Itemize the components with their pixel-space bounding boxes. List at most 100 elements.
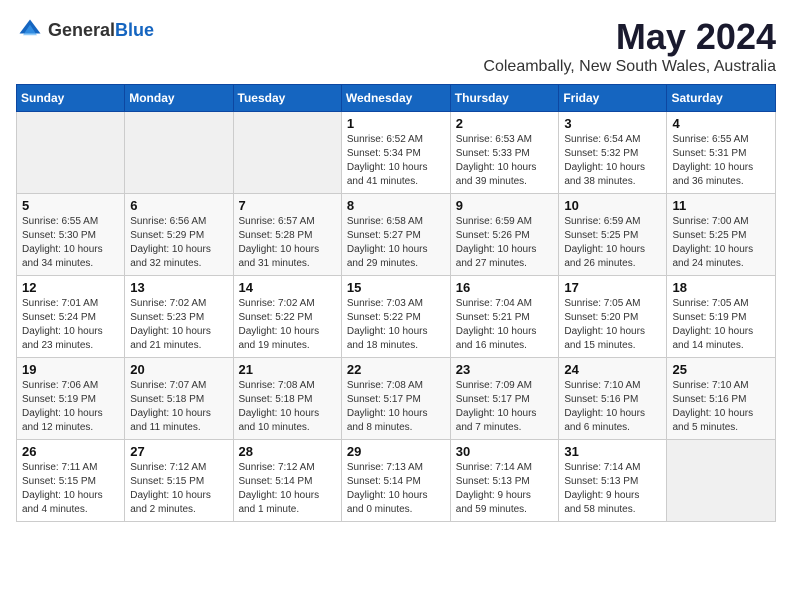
day-number: 9 — [456, 198, 554, 213]
calendar-cell: 20Sunrise: 7:07 AMSunset: 5:18 PMDayligh… — [125, 358, 233, 440]
weekday-header-saturday: Saturday — [667, 85, 776, 112]
day-info: Sunrise: 6:55 AMSunset: 5:30 PMDaylight:… — [22, 215, 119, 271]
calendar-cell: 21Sunrise: 7:08 AMSunset: 5:18 PMDayligh… — [233, 358, 341, 440]
calendar-cell: 1 Sunrise: 6:52 AMSunset: 5:34 PMDaylight… — [341, 112, 450, 194]
weekday-header-monday: Monday — [125, 85, 233, 112]
day-info: Sunrise: 7:03 AMSunset: 5:22 PMDaylight:… — [347, 297, 445, 353]
day-number: 2 — [456, 116, 554, 131]
weekday-header-wednesday: Wednesday — [341, 85, 450, 112]
day-info: Sunrise: 6:54 AMSunset: 5:32 PMDaylight:… — [564, 133, 661, 189]
calendar-cell: 15 Sunrise: 7:03 AMSunset: 5:22 PMDayligh… — [341, 276, 450, 358]
page-subtitle: Coleambally, New South Wales, Australia — [483, 58, 776, 76]
day-number: 6 — [130, 198, 227, 213]
day-info: Sunrise: 6:53 AMSunset: 5:33 PMDaylight:… — [456, 133, 554, 189]
calendar-cell: 30Sunrise: 7:14 AMSunset: 5:13 PMDayligh… — [450, 440, 559, 522]
weekday-header-sunday: Sunday — [17, 85, 125, 112]
calendar-cell: 14 Sunrise: 7:02 AMSunset: 5:22 PMDayligh… — [233, 276, 341, 358]
day-number: 21 — [239, 362, 336, 377]
day-number: 25 — [672, 362, 770, 377]
day-info: Sunrise: 7:10 AMSunset: 5:16 PMDaylight:… — [564, 379, 661, 435]
calendar-cell: 26 Sunrise: 7:11 AMSunset: 5:15 PMDayligh… — [17, 440, 125, 522]
calendar-cell — [667, 440, 776, 522]
day-number: 11 — [672, 198, 770, 213]
day-info: Sunrise: 7:05 AMSunset: 5:19 PMDaylight:… — [672, 297, 770, 353]
day-info: Sunrise: 7:01 AMSunset: 5:24 PMDaylight:… — [22, 297, 119, 353]
day-number: 4 — [672, 116, 770, 131]
day-number: 18 — [672, 280, 770, 295]
day-info: Sunrise: 6:57 AMSunset: 5:28 PMDaylight:… — [239, 215, 336, 271]
day-number: 30 — [456, 444, 554, 459]
day-info: Sunrise: 6:52 AMSunset: 5:34 PMDaylight:… — [347, 133, 445, 189]
calendar-body: 1 Sunrise: 6:52 AMSunset: 5:34 PMDaylight… — [17, 112, 776, 522]
day-number: 1 — [347, 116, 445, 131]
logo-text: GeneralBlue — [48, 20, 154, 41]
calendar-cell: 16Sunrise: 7:04 AMSunset: 5:21 PMDayligh… — [450, 276, 559, 358]
calendar-week-4: 19 Sunrise: 7:06 AMSunset: 5:19 PMDayligh… — [17, 358, 776, 440]
day-number: 10 — [564, 198, 661, 213]
day-number: 3 — [564, 116, 661, 131]
weekday-header-tuesday: Tuesday — [233, 85, 341, 112]
day-number: 12 — [22, 280, 119, 295]
logo-icon — [16, 16, 44, 44]
logo: GeneralBlue — [16, 16, 154, 44]
day-info: Sunrise: 7:14 AMSunset: 5:13 PMDaylight:… — [564, 461, 661, 517]
calendar-cell: 7 Sunrise: 6:57 AMSunset: 5:28 PMDaylight… — [233, 194, 341, 276]
day-number: 13 — [130, 280, 227, 295]
calendar-cell: 12 Sunrise: 7:01 AMSunset: 5:24 PMDayligh… — [17, 276, 125, 358]
day-number: 19 — [22, 362, 119, 377]
header: GeneralBlue May 2024 Coleambally, New So… — [16, 16, 776, 76]
calendar-cell: 17 Sunrise: 7:05 AMSunset: 5:20 PMDayligh… — [559, 276, 667, 358]
day-info: Sunrise: 7:08 AMSunset: 5:17 PMDaylight:… — [347, 379, 445, 435]
day-number: 31 — [564, 444, 661, 459]
calendar-cell: 3 Sunrise: 6:54 AMSunset: 5:32 PMDaylight… — [559, 112, 667, 194]
day-number: 14 — [239, 280, 336, 295]
calendar-week-2: 5 Sunrise: 6:55 AMSunset: 5:30 PMDaylight… — [17, 194, 776, 276]
calendar-cell: 2 Sunrise: 6:53 AMSunset: 5:33 PMDaylight… — [450, 112, 559, 194]
day-number: 26 — [22, 444, 119, 459]
day-info: Sunrise: 6:59 AMSunset: 5:25 PMDaylight:… — [564, 215, 661, 271]
calendar-cell: 24 Sunrise: 7:10 AMSunset: 5:16 PMDayligh… — [559, 358, 667, 440]
logo-general: General — [48, 20, 115, 40]
day-number: 17 — [564, 280, 661, 295]
day-info: Sunrise: 7:11 AMSunset: 5:15 PMDaylight:… — [22, 461, 119, 517]
calendar-cell — [233, 112, 341, 194]
day-info: Sunrise: 6:55 AMSunset: 5:31 PMDaylight:… — [672, 133, 770, 189]
calendar-cell: 10 Sunrise: 6:59 AMSunset: 5:25 PMDayligh… — [559, 194, 667, 276]
day-number: 29 — [347, 444, 445, 459]
day-number: 24 — [564, 362, 661, 377]
day-number: 5 — [22, 198, 119, 213]
day-info: Sunrise: 7:05 AMSunset: 5:20 PMDaylight:… — [564, 297, 661, 353]
day-number: 20 — [130, 362, 227, 377]
day-info: Sunrise: 7:02 AMSunset: 5:23 PMDaylight:… — [130, 297, 227, 353]
weekday-header-thursday: Thursday — [450, 85, 559, 112]
calendar-cell: 8Sunrise: 6:58 AMSunset: 5:27 PMDaylight… — [341, 194, 450, 276]
day-info: Sunrise: 6:56 AMSunset: 5:29 PMDaylight:… — [130, 215, 227, 271]
calendar-cell: 5 Sunrise: 6:55 AMSunset: 5:30 PMDaylight… — [17, 194, 125, 276]
day-number: 28 — [239, 444, 336, 459]
weekday-header-row: SundayMondayTuesdayWednesdayThursdayFrid… — [17, 85, 776, 112]
day-info: Sunrise: 7:12 AMSunset: 5:15 PMDaylight:… — [130, 461, 227, 517]
day-info: Sunrise: 7:02 AMSunset: 5:22 PMDaylight:… — [239, 297, 336, 353]
title-area: May 2024 Coleambally, New South Wales, A… — [483, 16, 776, 76]
page-title: May 2024 — [483, 16, 776, 58]
calendar-cell — [17, 112, 125, 194]
day-info: Sunrise: 6:58 AMSunset: 5:27 PMDaylight:… — [347, 215, 445, 271]
calendar-week-5: 26 Sunrise: 7:11 AMSunset: 5:15 PMDayligh… — [17, 440, 776, 522]
calendar-cell: 27Sunrise: 7:12 AMSunset: 5:15 PMDayligh… — [125, 440, 233, 522]
calendar-cell: 19 Sunrise: 7:06 AMSunset: 5:19 PMDayligh… — [17, 358, 125, 440]
day-info: Sunrise: 7:00 AMSunset: 5:25 PMDaylight:… — [672, 215, 770, 271]
day-info: Sunrise: 7:06 AMSunset: 5:19 PMDaylight:… — [22, 379, 119, 435]
calendar-cell: 22 Sunrise: 7:08 AMSunset: 5:17 PMDayligh… — [341, 358, 450, 440]
calendar-table: SundayMondayTuesdayWednesdayThursdayFrid… — [16, 84, 776, 522]
day-info: Sunrise: 7:10 AMSunset: 5:16 PMDaylight:… — [672, 379, 770, 435]
calendar-cell: 6 Sunrise: 6:56 AMSunset: 5:29 PMDaylight… — [125, 194, 233, 276]
day-info: Sunrise: 7:13 AMSunset: 5:14 PMDaylight:… — [347, 461, 445, 517]
calendar-cell: 9Sunrise: 6:59 AMSunset: 5:26 PMDaylight… — [450, 194, 559, 276]
day-number: 15 — [347, 280, 445, 295]
day-number: 22 — [347, 362, 445, 377]
calendar-cell: 4 Sunrise: 6:55 AMSunset: 5:31 PMDaylight… — [667, 112, 776, 194]
calendar-cell: 31 Sunrise: 7:14 AMSunset: 5:13 PMDayligh… — [559, 440, 667, 522]
day-number: 7 — [239, 198, 336, 213]
calendar-cell: 13 Sunrise: 7:02 AMSunset: 5:23 PMDayligh… — [125, 276, 233, 358]
logo-inner: GeneralBlue — [16, 16, 154, 44]
